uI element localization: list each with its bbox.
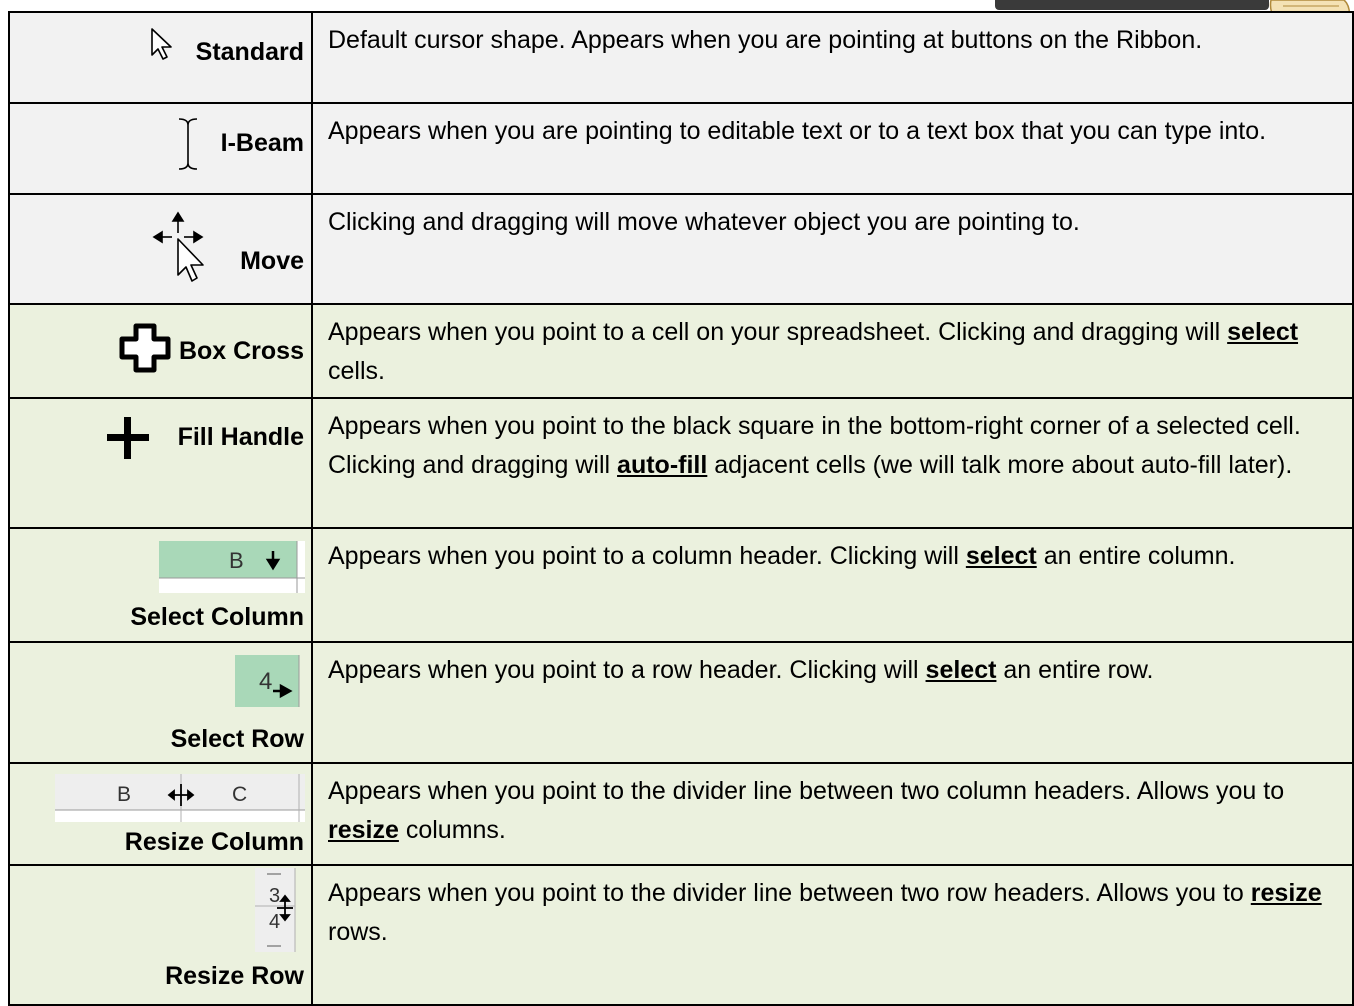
row-header-label-3: 3 [269,885,280,907]
cursor-description: Appears when you point to the divider li… [311,762,1354,866]
cursor-name: Resize Row [165,962,304,990]
cursor-name: Move [240,247,304,275]
cursor-name-cell: B Select Column [8,527,313,643]
table-row-fill-handle: Fill Handle Appears when you point to th… [8,397,1354,529]
table-row-resize-row: 3 4 Resize Row Appears when you point to… [8,864,1354,1006]
resize-column-icon: B C [55,774,305,822]
cursor-description: Appears when you point to a column heade… [311,527,1354,643]
table-row-resize-column: B C Resize Column Appears when you point… [8,762,1354,866]
cursor-name: Fill Handle [177,423,304,451]
table-row-select-row: 4 Select Row Appears when you point to a… [8,641,1354,764]
arrow-pointer-icon [151,28,172,60]
move-icon [152,211,204,282]
cursor-name: I-Beam [220,129,304,157]
cursor-description: Appears when you point to a cell on your… [311,303,1354,399]
column-header-label-b: B [117,783,131,806]
i-beam-icon [178,118,198,170]
table-row-move: Move Clicking and dragging will move wha… [8,193,1354,305]
cursor-name-cell: 3 4 Resize Row [8,864,313,1006]
cursor-description: Appears when you point to the divider li… [311,864,1354,1006]
top-decoration [995,0,1269,10]
table-row-box-cross: Box Cross Appears when you point to a ce… [8,303,1354,399]
row-header-label: 4 [259,668,272,695]
cursor-name-cell: Fill Handle [8,397,313,529]
cursor-name-cell: I-Beam [8,102,313,195]
cursor-description: Clicking and dragging will move whatever… [311,193,1354,305]
table-row-standard: Standard Default cursor shape. Appears w… [8,11,1354,104]
table-row-select-column: B Select Column Appears when you point t… [8,527,1354,643]
cursor-name-cell: Standard [8,11,313,104]
cursor-description: Default cursor shape. Appears when you a… [311,11,1354,104]
cursor-shapes-table: Standard Default cursor shape. Appears w… [8,11,1354,1006]
cursor-name: Select Row [170,725,304,753]
cursor-description: Appears when you point to a row header. … [311,641,1354,764]
cursor-description: Appears when you point to the black squa… [311,397,1354,529]
select-column-icon: B [159,541,305,593]
select-row-icon: 4 [235,655,300,707]
row-header-label-4: 4 [269,911,280,933]
cursor-name: Box Cross [178,337,304,365]
plus-icon [107,417,149,459]
cursor-name-cell: 4 Select Row [8,641,313,764]
column-header-label: B [229,548,244,573]
cursor-name-cell: Box Cross [8,303,313,399]
cursor-name-cell: Move [8,193,313,305]
box-cross-icon [119,323,171,373]
cursor-name: Select Column [130,603,304,631]
cursor-name: Resize Column [124,828,304,856]
cursor-name: Standard [195,38,304,66]
table-row-i-beam: I-Beam Appears when you are pointing to … [8,102,1354,195]
column-header-label-c: C [232,783,247,806]
resize-row-icon: 3 4 [255,868,296,952]
cursor-description: Appears when you are pointing to editabl… [311,102,1354,195]
cursor-name-cell: B C Resize Column [8,762,313,866]
